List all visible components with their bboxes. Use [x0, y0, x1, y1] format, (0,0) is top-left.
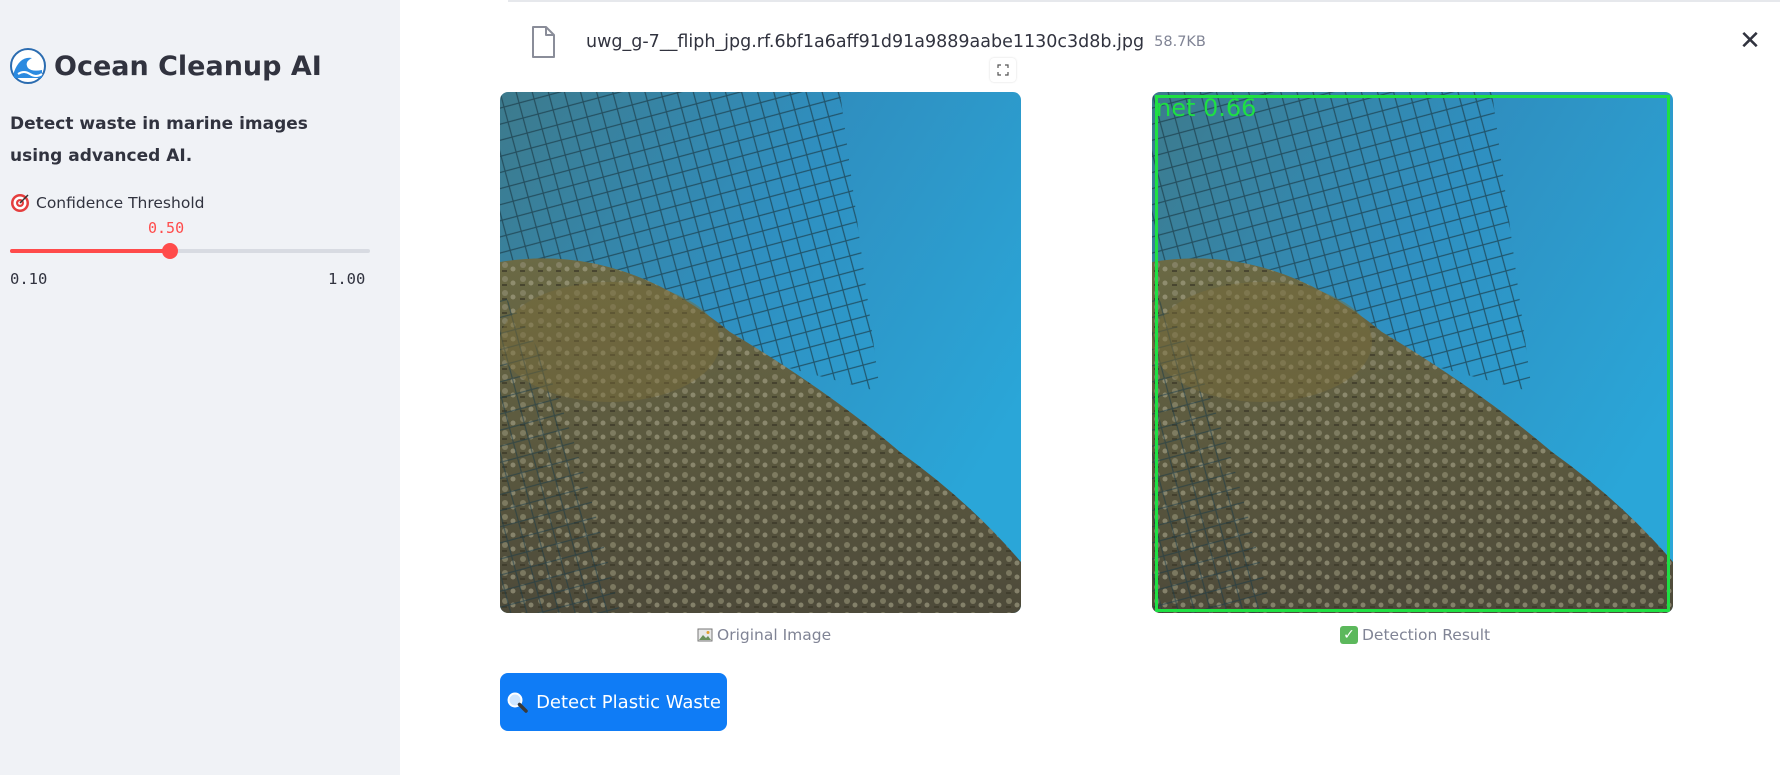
file-size: 58.7KB: [1154, 34, 1206, 50]
slider-min-value: 0.10: [10, 270, 48, 288]
result-caption-text: Detection Result: [1362, 626, 1491, 644]
check-icon: ✓: [1340, 626, 1358, 644]
detection-label: net 0.66: [1156, 94, 1257, 122]
detect-plastic-waste-button[interactable]: Detect Plastic Waste: [500, 673, 727, 731]
detection-result-caption: ✓ Detection Result: [1340, 626, 1490, 644]
original-image-caption: Original Image: [697, 626, 831, 644]
slider-max-value: 1.00: [328, 270, 366, 288]
detect-button-label: Detect Plastic Waste: [536, 691, 721, 713]
slider-label-text: Confidence Threshold: [36, 194, 205, 212]
app-title: Ocean Cleanup AI: [10, 48, 322, 84]
magnifier-icon: [506, 691, 528, 713]
slider-current-value: 0.50: [148, 219, 185, 237]
slider-fill: [10, 249, 170, 253]
detection-bounding-box: [1155, 95, 1670, 612]
close-icon: ✕: [1739, 26, 1761, 56]
wave-icon: [10, 48, 46, 84]
fullscreen-button[interactable]: [990, 58, 1016, 82]
original-caption-text: Original Image: [717, 626, 832, 644]
app-title-text: Ocean Cleanup AI: [54, 50, 322, 82]
uploaded-file-row: uwg_g-7__fliph_jpg.rf.6bf1a6aff91d91a988…: [528, 22, 1206, 62]
picture-icon: [697, 627, 713, 643]
remove-file-button[interactable]: ✕: [1737, 28, 1763, 54]
sidebar: Ocean Cleanup AI Detect waste in marine …: [0, 0, 400, 775]
file-name: uwg_g-7__fliph_jpg.rf.6bf1a6aff91d91a988…: [586, 32, 1145, 52]
original-image: [500, 92, 1021, 613]
detection-result-image: net 0.66: [1152, 92, 1673, 613]
fullscreen-icon: [997, 64, 1009, 76]
slider-thumb[interactable]: [161, 243, 178, 259]
confidence-threshold-label: Confidence Threshold: [10, 193, 204, 213]
top-divider: [508, 0, 1780, 2]
file-icon: [528, 25, 558, 59]
confidence-slider[interactable]: [10, 243, 370, 259]
app-description: Detect waste in marine images using adva…: [10, 114, 308, 166]
target-icon: [10, 193, 30, 213]
